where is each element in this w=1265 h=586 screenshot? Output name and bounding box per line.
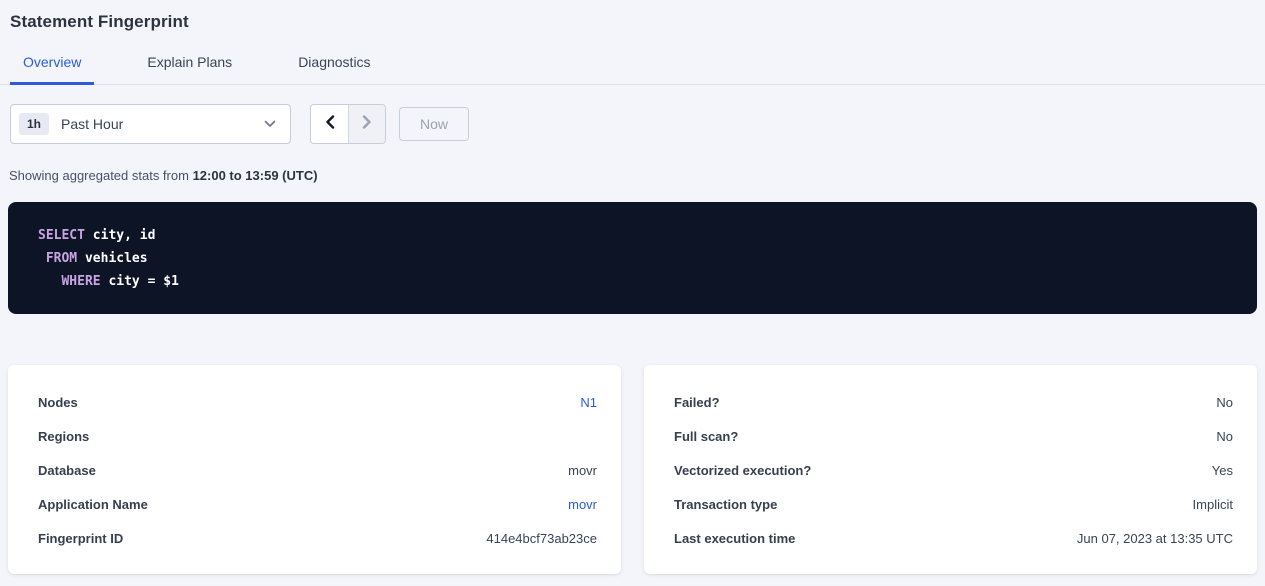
- row-value: Jun 07, 2023 at 13:35 UTC: [1077, 531, 1233, 546]
- table-row: Last execution time Jun 07, 2023 at 13:35…: [674, 521, 1233, 555]
- tab-explain-plans[interactable]: Explain Plans: [134, 46, 245, 85]
- table-row: Full scan? No: [674, 419, 1233, 453]
- prev-time-button[interactable]: [311, 105, 348, 143]
- row-label: Database: [38, 463, 96, 478]
- aggregated-stats-text: Showing aggregated stats from 12:00 to 1…: [9, 168, 1265, 183]
- tab-diagnostics[interactable]: Diagnostics: [285, 46, 383, 85]
- time-toolbar: 1h Past Hour Now: [10, 103, 1265, 144]
- row-value-link[interactable]: N1: [580, 395, 597, 410]
- table-row: Failed? No: [674, 385, 1233, 419]
- time-range-dropdown[interactable]: 1h Past Hour: [10, 104, 291, 144]
- row-label: Failed?: [674, 395, 720, 410]
- stats-range: 12:00 to 13:59 (UTC): [193, 168, 318, 183]
- table-row: Transaction type Implicit: [674, 487, 1233, 521]
- sql-statement-box: SELECT city, id FROM vehicles WHERE city…: [8, 202, 1257, 314]
- table-row: Database movr: [38, 453, 597, 487]
- chevron-left-icon: [325, 115, 335, 132]
- stats-prefix: Showing aggregated stats from: [9, 168, 193, 183]
- row-label: Transaction type: [674, 497, 777, 512]
- row-label: Fingerprint ID: [38, 531, 123, 546]
- table-row: Vectorized execution? Yes: [674, 453, 1233, 487]
- chevron-down-icon: [256, 115, 276, 133]
- summary-cards: NodesN1RegionsDatabasemovrApplication Na…: [8, 365, 1257, 574]
- row-label: Regions: [38, 429, 89, 444]
- row-label: Nodes: [38, 395, 78, 410]
- table-row: Nodes N1: [38, 385, 597, 419]
- row-value-link[interactable]: movr: [568, 497, 597, 512]
- row-value: 414e4bcf73ab23ce: [486, 531, 597, 546]
- page-title: Statement Fingerprint: [0, 0, 1265, 32]
- time-range-label: Past Hour: [61, 116, 256, 132]
- tab-bar: Overview Explain Plans Diagnostics: [0, 46, 1265, 85]
- table-row: Application Name movr: [38, 487, 597, 521]
- table-row: Fingerprint ID 414e4bcf73ab23ce: [38, 521, 597, 555]
- row-value: No: [1216, 429, 1233, 444]
- row-value: No: [1216, 395, 1233, 410]
- row-value: movr: [568, 463, 597, 478]
- row-label: Vectorized execution?: [674, 463, 811, 478]
- execution-attributes-card: Failed? No Full scan? No Vectorized executio…: [644, 365, 1257, 574]
- time-range-badge: 1h: [19, 113, 49, 135]
- table-row: Regions: [38, 419, 597, 453]
- row-label: Last execution time: [674, 531, 795, 546]
- now-button[interactable]: Now: [399, 107, 469, 141]
- time-step-buttons: [310, 104, 386, 144]
- next-time-button[interactable]: [348, 105, 385, 143]
- statement-details-card: NodesN1RegionsDatabasemovrApplication Na…: [8, 365, 621, 574]
- tab-overview[interactable]: Overview: [10, 46, 94, 85]
- row-label: Application Name: [38, 497, 148, 512]
- chevron-right-icon: [362, 115, 372, 132]
- row-value: Implicit: [1193, 497, 1233, 512]
- row-value: Yes: [1212, 463, 1233, 478]
- row-label: Full scan?: [674, 429, 738, 444]
- sql-code: SELECT city, id FROM vehicles WHERE city…: [38, 224, 1227, 293]
